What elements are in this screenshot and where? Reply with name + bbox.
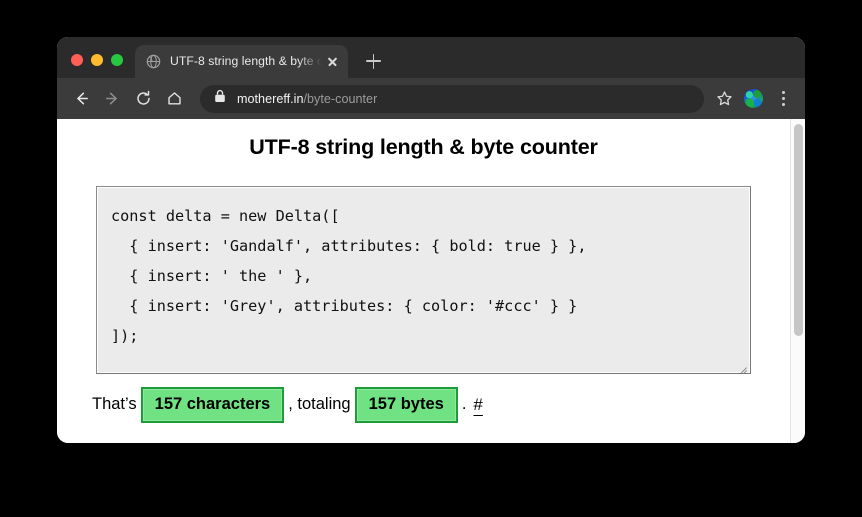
forward-button[interactable] [98, 84, 127, 113]
browser-menu-icon[interactable] [772, 85, 794, 112]
new-tab-button[interactable] [359, 47, 387, 75]
browser-tab-active[interactable]: UTF-8 string length & byte cou [135, 45, 348, 78]
bookmark-star-icon[interactable] [711, 85, 738, 112]
text-input-area[interactable]: const delta = new Delta([ { insert: 'Gan… [96, 186, 751, 374]
character-count-badge: 157 characters [140, 387, 285, 423]
url-path: /byte-counter [303, 91, 378, 106]
maximize-window-button[interactable] [111, 54, 123, 66]
page-viewport: UTF-8 string length & byte counter const… [57, 119, 805, 443]
close-icon[interactable] [324, 54, 340, 70]
address-bar[interactable]: mothereff.in/byte-counter [200, 84, 704, 113]
profile-avatar[interactable] [744, 89, 763, 108]
result-suffix: . [461, 395, 467, 414]
permalink-link[interactable]: # [473, 395, 482, 415]
tab-strip: UTF-8 string length & byte cou [57, 37, 805, 78]
result-middle: , totaling [288, 395, 351, 414]
back-button[interactable] [67, 84, 96, 113]
arrow-left-icon [77, 92, 88, 105]
minimize-window-button[interactable] [91, 54, 103, 66]
browser-toolbar: mothereff.in/byte-counter [57, 78, 805, 119]
globe-icon [146, 54, 161, 69]
scrollbar-thumb[interactable] [794, 124, 803, 336]
url-text: mothereff.in/byte-counter [237, 92, 377, 106]
reload-icon [137, 90, 150, 105]
arrow-right-icon [106, 92, 117, 105]
result-prefix: That’s [92, 395, 137, 414]
page-content: UTF-8 string length & byte counter const… [57, 119, 790, 443]
window-controls [57, 54, 135, 78]
browser-window: UTF-8 string length & byte cou mothereff… [57, 37, 805, 443]
reload-button[interactable] [129, 84, 158, 113]
tab-title: UTF-8 string length & byte cou [170, 55, 322, 68]
page-title: UTF-8 string length & byte counter [249, 135, 598, 159]
vertical-scrollbar[interactable] [790, 119, 805, 443]
url-host: mothereff.in [237, 91, 304, 106]
lock-icon [214, 89, 226, 108]
home-icon [168, 92, 181, 105]
byte-count-badge: 157 bytes [354, 387, 458, 423]
resize-handle[interactable] [735, 358, 748, 371]
result-summary: That’s 157 characters , totaling 157 byt… [92, 387, 483, 423]
close-window-button[interactable] [71, 54, 83, 66]
home-button[interactable] [160, 84, 189, 113]
